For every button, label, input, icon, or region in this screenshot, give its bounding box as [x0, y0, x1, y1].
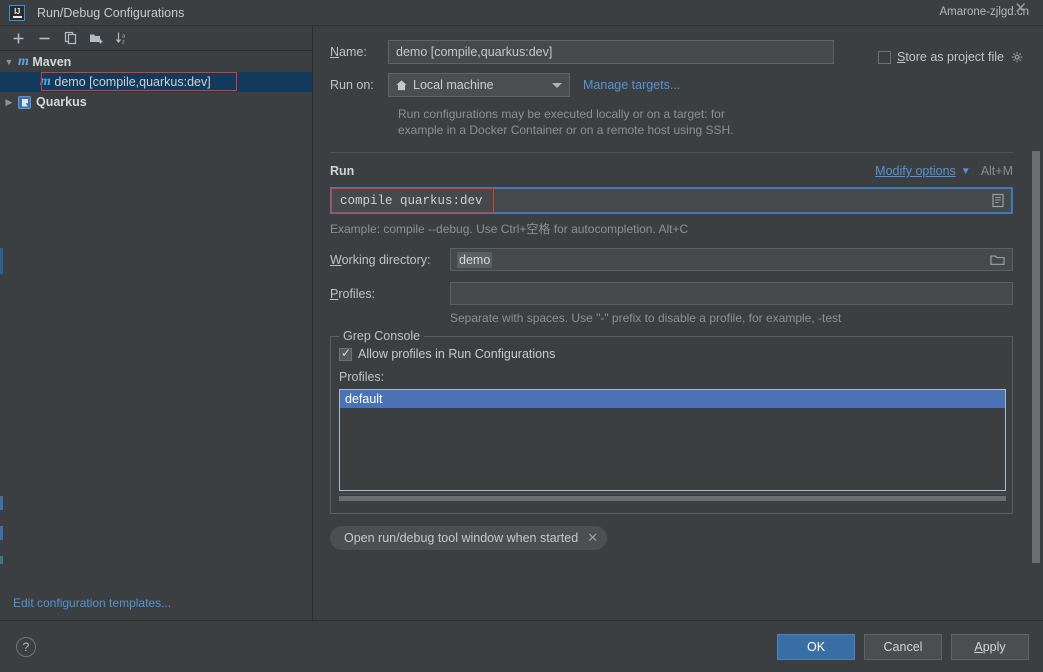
- grep-profiles-label: Profiles:: [339, 370, 385, 384]
- run-section-title: Run: [330, 164, 355, 178]
- allow-profiles-label: Allow profiles in Run Configurations: [358, 347, 556, 361]
- maven-icon: m: [40, 74, 51, 89]
- run-debug-configurations-dialog: IJ Run/Debug Configurations Amarone-zjlg…: [0, 0, 1043, 672]
- chevron-down-icon[interactable]: [552, 83, 562, 88]
- modify-options-shortcut: Alt+M: [980, 164, 1013, 178]
- allow-profiles-checkbox[interactable]: [339, 346, 352, 361]
- intellij-idea-icon: IJ: [9, 4, 25, 21]
- profiles-hint: Separate with spaces. Use "-" prefix to …: [450, 311, 842, 325]
- run-on-hint-line2: example in a Docker Container or on a re…: [398, 123, 734, 137]
- footer-buttons: OK Cancel Apply: [777, 633, 1029, 660]
- cancel-button[interactable]: Cancel: [864, 633, 942, 660]
- edit-configuration-templates-link[interactable]: Edit configuration templates...: [13, 596, 171, 610]
- profiles-row: Profiles:: [330, 282, 1030, 305]
- tree-item-demo[interactable]: m demo [compile,quarkus:dev]: [0, 72, 312, 92]
- configuration-form: Name: demo [compile,quarkus:dev] Run on:…: [330, 40, 1030, 550]
- maven-icon: m: [18, 54, 29, 69]
- sidebar-toolbar: a z: [0, 26, 312, 51]
- configuration-editor-panel: SStore as project filetore as project fi…: [314, 26, 1043, 620]
- grep-console-legend: Grep Console: [339, 329, 425, 343]
- name-row: Name: demo [compile,quarkus:dev]: [330, 40, 1030, 64]
- name-input[interactable]: demo [compile,quarkus:dev]: [388, 40, 834, 64]
- open-tool-window-chip[interactable]: Open run/debug tool window when started …: [330, 526, 608, 550]
- run-on-select[interactable]: Local machine: [388, 73, 570, 97]
- add-button[interactable]: [7, 28, 30, 49]
- run-section-header: Run Modify options ▼ Alt+M: [330, 164, 1013, 178]
- close-icon[interactable]: ✕: [587, 530, 598, 546]
- run-on-row: Run on: Local machine Manage targets...: [330, 73, 1030, 97]
- sort-az-icon[interactable]: a z: [111, 28, 134, 49]
- editor-vertical-scrollbar[interactable]: [1032, 151, 1040, 571]
- left-edge-accent-4: [0, 556, 3, 564]
- working-directory-row: Working directory: demo: [330, 248, 1030, 271]
- folder-icon[interactable]: [990, 253, 1005, 270]
- chevron-right-icon[interactable]: ▶: [0, 97, 18, 108]
- home-icon: [395, 79, 408, 92]
- remove-button[interactable]: [33, 28, 56, 49]
- tree-item-quarkus[interactable]: ▶ Quarkus: [0, 92, 312, 112]
- run-on-hint-line1: Run configurations may be executed local…: [398, 107, 725, 121]
- svg-text:z: z: [122, 40, 125, 46]
- apply-button[interactable]: Apply: [951, 633, 1029, 660]
- left-edge-accent-2: [0, 496, 3, 510]
- tree-item-maven[interactable]: ▼ m Maven: [0, 52, 312, 72]
- left-edge-accent-3: [0, 526, 3, 540]
- configurations-sidebar: a z ▼ m Maven m demo [compile,quarkus:de…: [0, 26, 313, 620]
- tree-item-label: Maven: [32, 55, 72, 69]
- tree-item-label: Quarkus: [36, 95, 87, 109]
- folder-add-icon[interactable]: [85, 28, 108, 49]
- list-item[interactable]: default: [340, 390, 1005, 408]
- section-divider: [330, 152, 1013, 153]
- tree-item-label: demo [compile,quarkus:dev]: [54, 75, 211, 89]
- run-command-field[interactable]: compile quarkus:dev: [330, 187, 1013, 214]
- close-icon[interactable]: ✕: [1014, 1, 1027, 16]
- window-title: Run/Debug Configurations: [37, 5, 185, 20]
- copy-icon[interactable]: [59, 28, 82, 49]
- run-on-label: Run on:: [330, 78, 374, 92]
- chevron-down-icon[interactable]: ▼: [961, 166, 971, 177]
- run-on-hint: Run configurations may be executed local…: [398, 106, 1030, 138]
- title-bar: IJ Run/Debug Configurations Amarone-zjlg…: [0, 0, 1043, 26]
- ok-button[interactable]: OK: [777, 633, 855, 660]
- open-tool-window-label: Open run/debug tool window when started: [344, 531, 579, 545]
- grep-console-group: Grep Console Allow profiles in Run Confi…: [330, 329, 1013, 514]
- expand-editor-icon[interactable]: [991, 193, 1005, 208]
- manage-targets-link[interactable]: Manage targets...: [583, 78, 680, 92]
- profiles-input[interactable]: [450, 282, 1013, 305]
- working-directory-value: demo: [457, 251, 493, 268]
- highlight-box-command: [331, 188, 494, 213]
- profiles-label: Profiles:: [330, 286, 376, 301]
- command-example-hint: Example: compile --debug. Use Ctrl+空格 fo…: [330, 222, 689, 236]
- help-button[interactable]: ?: [16, 636, 36, 657]
- configurations-tree: ▼ m Maven m demo [compile,quarkus:dev] ▶…: [0, 51, 312, 112]
- run-on-value: Local machine: [413, 78, 494, 92]
- grep-list-horizontal-scrollbar[interactable]: [339, 493, 1006, 502]
- working-directory-label: Working directory:: [330, 252, 431, 267]
- chevron-down-icon[interactable]: ▼: [0, 57, 18, 67]
- working-directory-input[interactable]: demo: [450, 248, 1013, 271]
- dialog-footer: ? OK Cancel Apply: [0, 620, 1043, 672]
- quarkus-icon: [18, 95, 31, 109]
- run-section-actions: Modify options ▼ Alt+M: [875, 164, 1013, 178]
- grep-profiles-list[interactable]: default: [339, 389, 1006, 491]
- modify-options-link[interactable]: Modify options: [875, 164, 956, 178]
- allow-profiles-row[interactable]: Allow profiles in Run Configurations: [339, 346, 1004, 361]
- left-edge-accent: [0, 248, 3, 274]
- name-label: Name:: [330, 45, 367, 59]
